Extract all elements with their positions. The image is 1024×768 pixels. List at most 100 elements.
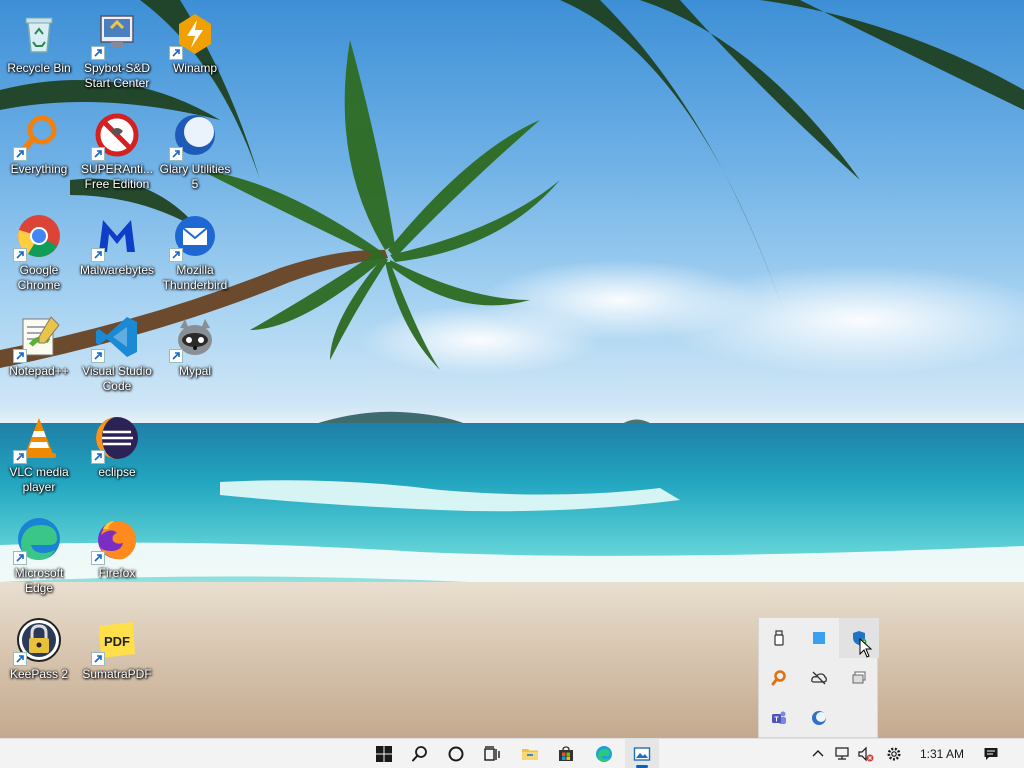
photos-taskbar-button[interactable] bbox=[625, 739, 659, 768]
glary-tray-icon[interactable] bbox=[799, 698, 839, 738]
desktop-icon-malwarebytes[interactable]: Malwarebytes bbox=[78, 206, 156, 278]
desktop-icon-superantispyware[interactable]: SUPERAnti... Free Edition bbox=[78, 105, 156, 192]
shortcut-arrow-icon bbox=[13, 147, 27, 161]
desktop-icon-edge[interactable]: Microsoft Edge bbox=[0, 509, 78, 596]
task-view-button[interactable] bbox=[475, 739, 509, 768]
teams-icon[interactable]: T bbox=[759, 698, 799, 738]
volume-muted-icon bbox=[858, 746, 874, 762]
shortcut-arrow-icon bbox=[91, 551, 105, 565]
photos-icon bbox=[633, 747, 651, 761]
desktop-icon-glary-utilities[interactable]: Glary Utilities 5 bbox=[156, 105, 234, 192]
desktop-icon-vscode[interactable]: Visual Studio Code bbox=[78, 307, 156, 394]
desktop-icon-label: Firefox bbox=[98, 566, 136, 580]
desktop-icon-label: Glary Utilities 5 bbox=[159, 162, 231, 191]
thunderbird-icon bbox=[169, 212, 219, 262]
desktop-icon-label: SumatraPDF bbox=[82, 667, 152, 681]
volume-tray-button[interactable] bbox=[855, 739, 877, 768]
remote-desktop-icon[interactable] bbox=[839, 658, 879, 698]
mouse-cursor-icon bbox=[859, 638, 873, 658]
desktop-icon-eclipse[interactable]: eclipse bbox=[78, 408, 156, 480]
desktop-icon-mypal[interactable]: Mypal bbox=[156, 307, 234, 379]
desktop-icon-label: Spybot-S&D Start Center bbox=[83, 61, 151, 90]
shortcut-arrow-icon bbox=[13, 551, 27, 565]
search-button[interactable] bbox=[403, 739, 437, 768]
shortcut-arrow-icon bbox=[13, 349, 27, 363]
blue-square-icon[interactable] bbox=[799, 618, 839, 658]
tray-overflow-flyout: T bbox=[758, 617, 879, 738]
vlc-icon bbox=[13, 414, 63, 464]
edge-icon bbox=[13, 515, 63, 565]
shortcut-arrow-icon bbox=[13, 652, 27, 666]
shortcut-arrow-icon bbox=[91, 349, 105, 363]
desktop-icon-vlc[interactable]: VLC media player bbox=[0, 408, 78, 495]
start-button[interactable] bbox=[367, 739, 401, 768]
svg-text:T: T bbox=[774, 717, 779, 724]
desktop-icon-sumatrapdf[interactable]: PDF SumatraPDF bbox=[78, 610, 156, 682]
malwarebytes-icon bbox=[91, 212, 141, 262]
desktop-icon-label: Google Chrome bbox=[17, 263, 61, 292]
vscode-icon bbox=[91, 313, 141, 363]
network-tray-button[interactable] bbox=[831, 739, 853, 768]
network-icon bbox=[835, 747, 849, 760]
firefox-icon bbox=[91, 515, 141, 565]
edge-icon bbox=[596, 746, 612, 762]
desktop-icon-label: Malwarebytes bbox=[79, 263, 155, 277]
settings-tray-button[interactable] bbox=[883, 739, 905, 768]
shortcut-arrow-icon bbox=[91, 450, 105, 464]
glary-utilities-icon bbox=[169, 111, 219, 161]
desktop-icon-thunderbird[interactable]: Mozilla Thunderbird bbox=[156, 206, 234, 293]
edge-taskbar-button[interactable] bbox=[587, 739, 621, 768]
mypal-icon bbox=[169, 313, 219, 363]
desktop-icon-label: Notepad++ bbox=[9, 364, 69, 378]
shortcut-arrow-icon bbox=[91, 147, 105, 161]
taskbar: 1:31 AM bbox=[0, 738, 1024, 768]
everything-tray-icon[interactable] bbox=[759, 658, 799, 698]
desktop-icon-label: SUPERAnti... Free Edition bbox=[80, 162, 154, 191]
desktop-icon-chrome[interactable]: Google Chrome bbox=[0, 206, 78, 293]
show-hidden-icons-button[interactable] bbox=[807, 739, 829, 768]
chevron-up-icon bbox=[812, 750, 824, 757]
eclipse-icon bbox=[91, 414, 141, 464]
desktop-icon-recycle-bin[interactable]: Recycle Bin bbox=[0, 4, 78, 76]
cortana-icon bbox=[448, 746, 464, 762]
desktop-icon-label: Recycle Bin bbox=[7, 61, 71, 75]
usb-drive-icon[interactable] bbox=[759, 618, 799, 658]
shortcut-arrow-icon bbox=[169, 248, 183, 262]
desktop-icon-everything-search[interactable]: Everything bbox=[0, 105, 78, 177]
desktop-icon-label: KeePass 2 bbox=[9, 667, 69, 681]
desktop-icon-label: Mypal bbox=[178, 364, 211, 378]
desktop-icon-label: Everything bbox=[10, 162, 68, 176]
store-icon bbox=[559, 746, 573, 761]
action-center-button[interactable] bbox=[980, 739, 1002, 768]
desktop-icon-keepass[interactable]: KeePass 2 bbox=[0, 610, 78, 682]
taskbar-clock[interactable]: 1:31 AM bbox=[912, 739, 972, 768]
spybot-icon bbox=[91, 10, 141, 60]
keepass-icon bbox=[13, 616, 63, 666]
desktop-icon-spybot[interactable]: Spybot-S&D Start Center bbox=[78, 4, 156, 91]
desktop-icon-label: eclipse bbox=[98, 465, 136, 479]
start-icon bbox=[376, 746, 392, 762]
onedrive-offline-icon[interactable] bbox=[799, 658, 839, 698]
chrome-icon bbox=[13, 212, 63, 262]
shortcut-arrow-icon bbox=[91, 652, 105, 666]
everything-search-icon bbox=[13, 111, 63, 161]
shortcut-arrow-icon bbox=[169, 147, 183, 161]
shortcut-arrow-icon bbox=[91, 248, 105, 262]
winamp-icon bbox=[169, 10, 219, 60]
desktop-icon-label: VLC media player bbox=[9, 465, 69, 494]
desktop-icon-firefox[interactable]: Firefox bbox=[78, 509, 156, 581]
desktop-icon-label: Winamp bbox=[172, 61, 217, 75]
svg-text:PDF: PDF bbox=[104, 634, 130, 649]
shortcut-arrow-icon bbox=[169, 349, 183, 363]
sumatrapdf-icon: PDF bbox=[91, 616, 141, 666]
desktop-icon-winamp[interactable]: Winamp bbox=[156, 4, 234, 76]
task-view-icon bbox=[484, 746, 500, 761]
file-explorer-icon bbox=[522, 749, 538, 760]
notification-icon bbox=[984, 748, 998, 760]
store-button[interactable] bbox=[549, 739, 583, 768]
desktop-icon-notepad-plus-plus[interactable]: Notepad++ bbox=[0, 307, 78, 379]
notepad-plus-plus-icon bbox=[13, 313, 63, 363]
recycle-bin-icon bbox=[15, 10, 63, 58]
file-explorer-button[interactable] bbox=[513, 739, 547, 768]
cortana-button[interactable] bbox=[439, 739, 473, 768]
